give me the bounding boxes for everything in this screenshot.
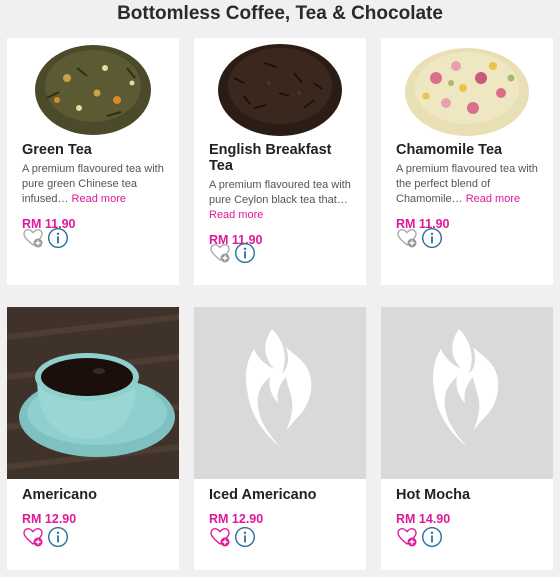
info-icon[interactable]	[421, 526, 443, 548]
add-to-wishlist-heart-icon[interactable]	[396, 227, 418, 249]
product-image-americano[interactable]	[7, 307, 179, 479]
product-description: A premium flavoured tea with pure green …	[22, 163, 164, 205]
product-name[interactable]: Iced Americano	[209, 487, 358, 503]
read-more-link[interactable]: Read more	[209, 209, 263, 221]
product-image-placeholder[interactable]	[381, 307, 553, 479]
flame-icon	[246, 329, 312, 447]
add-to-wishlist-heart-icon[interactable]	[209, 242, 231, 264]
product-name[interactable]: Americano	[22, 487, 171, 503]
product-card-english-breakfast-tea[interactable]: English Breakfast Tea A premium flavoure…	[194, 38, 366, 285]
add-to-wishlist-heart-icon[interactable]	[22, 526, 44, 548]
add-to-wishlist-heart-icon[interactable]	[209, 526, 231, 548]
product-description: A premium flavoured tea with pure Ceylon…	[209, 179, 351, 221]
product-name[interactable]: Hot Mocha	[396, 487, 545, 503]
product-card-hot-mocha[interactable]: Hot Mocha RM 14.90	[381, 307, 553, 570]
info-icon[interactable]	[421, 227, 443, 249]
product-name[interactable]: Green Tea	[22, 142, 171, 158]
section-title: Bottomless Coffee, Tea & Chocolate	[117, 3, 443, 24]
info-icon[interactable]	[234, 242, 256, 264]
product-image-placeholder[interactable]	[194, 307, 366, 479]
flame-icon	[433, 329, 499, 447]
product-image-chamomile-tea[interactable]	[381, 38, 553, 138]
product-description: A premium flavoured tea with the perfect…	[396, 163, 538, 205]
info-icon[interactable]	[234, 526, 256, 548]
product-image-green-tea[interactable]	[7, 38, 179, 138]
add-to-wishlist-heart-icon[interactable]	[22, 227, 44, 249]
product-card-green-tea[interactable]: Green Tea A premium flavoured tea with p…	[7, 38, 179, 285]
product-image-english-breakfast-tea[interactable]	[194, 38, 366, 138]
read-more-link[interactable]: Read more	[466, 193, 520, 205]
product-name[interactable]: English Breakfast Tea	[209, 142, 358, 174]
product-card-americano[interactable]: Americano RM 12.90	[7, 307, 179, 570]
info-icon[interactable]	[47, 227, 69, 249]
product-card-chamomile-tea[interactable]: Chamomile Tea A premium flavoured tea wi…	[381, 38, 553, 285]
add-to-wishlist-heart-icon[interactable]	[396, 526, 418, 548]
product-card-iced-americano[interactable]: Iced Americano RM 12.90	[194, 307, 366, 570]
product-price: RM 12.90	[209, 512, 264, 526]
product-price: RM 14.90	[396, 512, 451, 526]
product-price: RM 12.90	[22, 512, 77, 526]
product-name[interactable]: Chamomile Tea	[396, 142, 545, 158]
read-more-link[interactable]: Read more	[72, 193, 126, 205]
info-icon[interactable]	[47, 526, 69, 548]
